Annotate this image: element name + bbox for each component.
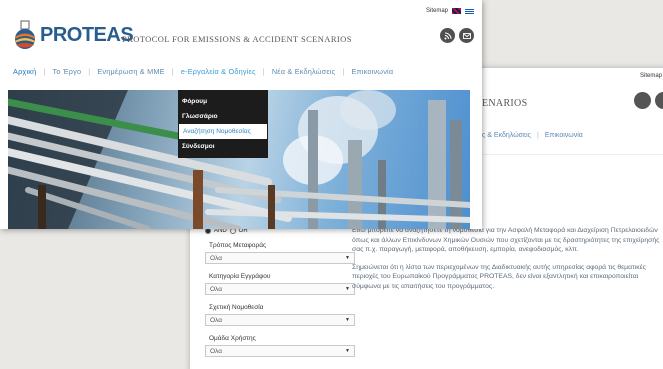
nav-separator: | xyxy=(342,67,345,76)
nav-item-media[interactable]: Ενημέρωση & ΜΜΕ xyxy=(97,67,164,76)
description-paragraph-1: Εδώ μπορείτε να αναζητήσετε τη νομοθεσία… xyxy=(352,227,660,254)
email-icon[interactable] xyxy=(459,28,474,43)
search-filters: AND OR Τρόπος Μεταφοράς Ολα ▼ Κατηγορία … xyxy=(205,228,355,366)
envelope-glyph xyxy=(462,32,471,39)
filter-select-transport[interactable]: Ολα ▼ xyxy=(205,252,355,264)
chevron-down-icon: ▼ xyxy=(345,255,350,261)
nav-separator: | xyxy=(43,67,46,76)
e-tools-dropdown-menu: Φόρουμ Γλωσσάριο Αναζήτηση Νομοθεσίας Σύ… xyxy=(178,90,268,158)
select-value: Ολα xyxy=(210,317,222,324)
filter-select-legislation[interactable]: Ολα ▼ xyxy=(205,314,355,326)
greek-flag-icon[interactable] xyxy=(465,8,474,14)
rss-icon[interactable] xyxy=(440,28,455,43)
nav-item-e-tools[interactable]: e-Εργαλεία & Οδηγίες xyxy=(181,67,256,76)
back-sitemap-link[interactable]: Sitemap xyxy=(640,73,662,79)
logo[interactable]: PROTEAS xyxy=(12,20,134,50)
utility-bar: Sitemap xyxy=(426,8,474,14)
logo-text: PROTEAS xyxy=(40,23,134,46)
filter-label-legislation: Σχετική Νομοθεσία xyxy=(209,304,264,311)
select-value: Ολα xyxy=(210,255,222,262)
back-nav: ς & Εκδηλώσεις | Επικοινωνία xyxy=(482,132,583,139)
legislation-description: Εδώ μπορείτε να αναζητήσετε τη νομοθεσία… xyxy=(352,226,663,300)
protocol-title: PROTOCOL FOR EMISSIONS & ACCIDENT SCENAR… xyxy=(122,34,352,44)
nav-item-news[interactable]: Νέα & Εκδηλώσεις xyxy=(272,67,336,76)
back-nav-item-contact[interactable]: Επικοινωνία xyxy=(545,132,583,139)
select-value: Ολα xyxy=(210,286,222,293)
back-nav-item-news[interactable]: ς & Εκδηλώσεις xyxy=(482,132,531,139)
front-window: Sitemap PROTEAS PROTOCOL FOR EMISSIONS &… xyxy=(0,0,482,229)
social-icons xyxy=(440,28,474,43)
dropdown-item-forum[interactable]: Φόρουμ xyxy=(178,94,268,109)
dropdown-item-links[interactable]: Σύνδεσμοι xyxy=(178,139,268,154)
dropdown-item-glossary[interactable]: Γλωσσάριο xyxy=(178,109,268,124)
nav-separator: | xyxy=(537,132,539,139)
chevron-down-icon: ▼ xyxy=(345,317,350,323)
filter-select-user-group[interactable]: Ολα ▼ xyxy=(205,345,355,357)
email-icon[interactable] xyxy=(655,92,663,109)
dropdown-item-legislation-search[interactable]: Αναζήτηση Νομοθεσίας xyxy=(179,124,267,139)
rss-glyph xyxy=(444,32,451,39)
nav-item-contact[interactable]: Επικοινωνία xyxy=(351,67,393,76)
nav-item-project[interactable]: Το Έργο xyxy=(53,67,82,76)
rss-icon[interactable] xyxy=(634,92,651,109)
filter-label-document-category: Κατηγορία Εγγράφου xyxy=(209,273,271,280)
filter-select-document-category[interactable]: Ολα ▼ xyxy=(205,283,355,295)
nav-separator: | xyxy=(262,67,265,76)
flask-logo-icon xyxy=(15,20,35,49)
chevron-down-icon: ▼ xyxy=(345,286,350,292)
uk-flag-icon[interactable] xyxy=(452,8,461,14)
main-nav: Αρχική | Το Έργο | Ενημέρωση & ΜΜΕ | e-Ε… xyxy=(13,67,393,76)
nav-item-home[interactable]: Αρχική xyxy=(13,67,36,76)
description-paragraph-2: Σημειώνεται ότι η λίστα των περιεχομένων… xyxy=(352,263,646,290)
sitemap-link[interactable]: Sitemap xyxy=(426,8,448,14)
nav-separator: | xyxy=(88,67,91,76)
nav-separator: | xyxy=(171,67,174,76)
chevron-down-icon: ▼ xyxy=(345,348,350,354)
filter-label-transport: Τρόπος Μεταφοράς xyxy=(209,242,267,249)
select-value: Ολα xyxy=(210,348,222,355)
back-protocol-title: ENARIOS xyxy=(482,98,528,109)
back-social-icons xyxy=(634,92,663,109)
filter-label-user-group: Ομάδα Χρήστης xyxy=(209,335,256,342)
